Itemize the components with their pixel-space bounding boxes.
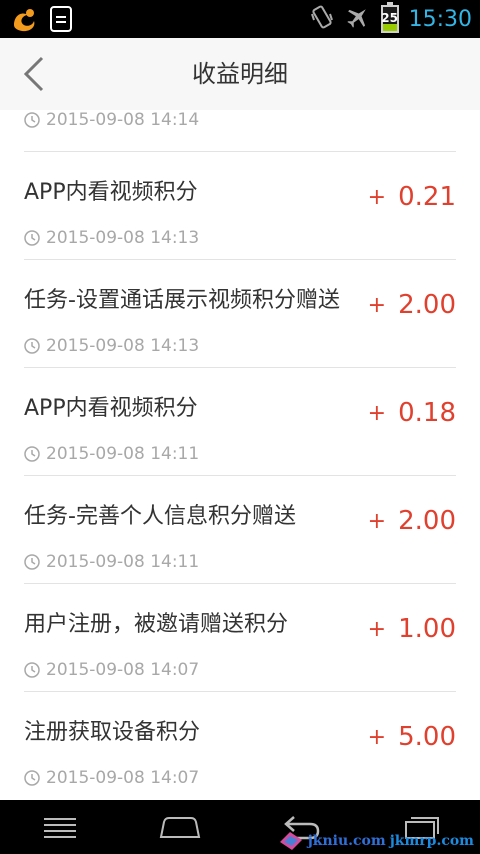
item-time: 2015-09-08 14:14 <box>24 110 199 130</box>
watermark-text-b: jkmrp.com <box>389 833 474 849</box>
vibrate-icon <box>309 4 335 34</box>
item-time-text: 2015-09-08 14:11 <box>46 552 200 572</box>
income-list[interactable]: 2015-09-08 14:14 APP内看视频积分 2015-09-08 14… <box>0 110 480 800</box>
item-amount-value: 5.00 <box>398 722 456 752</box>
battery-icon: 25 <box>380 2 399 33</box>
uc-browser-icon <box>10 5 40 37</box>
item-amount-value: 2.00 <box>398 290 456 320</box>
item-title: 任务-设置通话展示视频积分赠送 <box>24 288 340 313</box>
clock: 15:30 <box>408 6 472 32</box>
item-time: 2015-09-08 14:11 <box>24 444 199 464</box>
item-amount: + 5.00 <box>368 722 456 752</box>
item-sign: + <box>367 724 387 750</box>
battery-level: 25 <box>381 11 398 25</box>
back-button[interactable] <box>14 52 58 96</box>
list-item[interactable]: 注册获取设备积分 2015-09-08 14:07 + 5.00 <box>0 692 480 800</box>
status-bar: 25 15:30 <box>0 0 480 38</box>
list-item[interactable]: 任务-设置通话展示视频积分赠送 2015-09-08 14:13 + 2.00 <box>0 260 480 368</box>
app-bar: 收益明细 <box>0 38 480 110</box>
item-title: 任务-完善个人信息积分赠送 <box>24 504 296 529</box>
item-sign: + <box>367 184 387 210</box>
clock-icon <box>24 112 40 128</box>
item-amount-value: 1.00 <box>398 614 456 644</box>
chevron-left-icon <box>23 56 44 92</box>
document-icon <box>48 5 74 37</box>
item-time-text: 2015-09-08 14:13 <box>46 336 200 356</box>
clock-icon <box>24 662 40 678</box>
item-sign: + <box>367 616 387 642</box>
list-item[interactable]: 用户注册，被邀请赠送积分 2015-09-08 14:07 + 1.00 <box>0 584 480 692</box>
item-time: 2015-09-08 14:07 <box>24 768 199 788</box>
home-icon <box>159 817 201 838</box>
item-time-text: 2015-09-08 14:14 <box>46 110 200 130</box>
watermark: jkniu.com jkmrp.com <box>278 830 474 852</box>
item-time-text: 2015-09-08 14:11 <box>46 444 200 464</box>
item-time-text: 2015-09-08 14:13 <box>46 228 200 248</box>
navigation-bar: jkniu.com jkmrp.com <box>0 800 480 854</box>
item-title: 用户注册，被邀请赠送积分 <box>24 612 289 637</box>
item-title: APP内看视频积分 <box>24 180 198 205</box>
item-time: 2015-09-08 14:07 <box>24 660 199 680</box>
clock-icon <box>24 554 40 570</box>
clock-icon <box>24 446 40 462</box>
clock-icon <box>24 230 40 246</box>
item-time: 2015-09-08 14:11 <box>24 552 199 572</box>
airplane-mode-icon <box>345 4 371 34</box>
list-item[interactable]: APP内看视频积分 2015-09-08 14:11 + 0.18 <box>0 368 480 476</box>
item-amount-value: 0.21 <box>398 182 456 212</box>
item-sign: + <box>367 508 387 534</box>
item-amount: + 0.18 <box>368 398 456 428</box>
list-item[interactable]: 2015-09-08 14:14 <box>0 110 480 152</box>
item-sign: + <box>367 400 387 426</box>
item-title: 注册获取设备积分 <box>24 720 201 745</box>
list-item[interactable]: 任务-完善个人信息积分赠送 2015-09-08 14:11 + 2.00 <box>0 476 480 584</box>
clock-icon <box>24 338 40 354</box>
menu-icon <box>44 818 76 838</box>
item-time-text: 2015-09-08 14:07 <box>46 660 200 680</box>
item-amount-value: 0.18 <box>398 398 456 428</box>
clock-icon <box>24 770 40 786</box>
watermark-text-a: jkniu.com <box>307 833 386 849</box>
item-amount: + 0.21 <box>368 182 456 212</box>
list-item[interactable]: APP内看视频积分 2015-09-08 14:13 + 0.21 <box>0 152 480 260</box>
page-title: 收益明细 <box>192 60 288 88</box>
watermark-logo-icon <box>279 832 302 850</box>
item-time: 2015-09-08 14:13 <box>24 228 199 248</box>
item-amount: + 1.00 <box>368 614 456 644</box>
item-sign: + <box>367 292 387 318</box>
item-title: APP内看视频积分 <box>24 396 198 421</box>
item-time: 2015-09-08 14:13 <box>24 336 199 356</box>
item-amount: + 2.00 <box>368 506 456 536</box>
item-amount-value: 2.00 <box>398 506 456 536</box>
home-button[interactable] <box>150 808 210 846</box>
item-amount: + 2.00 <box>368 290 456 320</box>
menu-button[interactable] <box>30 808 90 846</box>
item-time-text: 2015-09-08 14:07 <box>46 768 200 788</box>
